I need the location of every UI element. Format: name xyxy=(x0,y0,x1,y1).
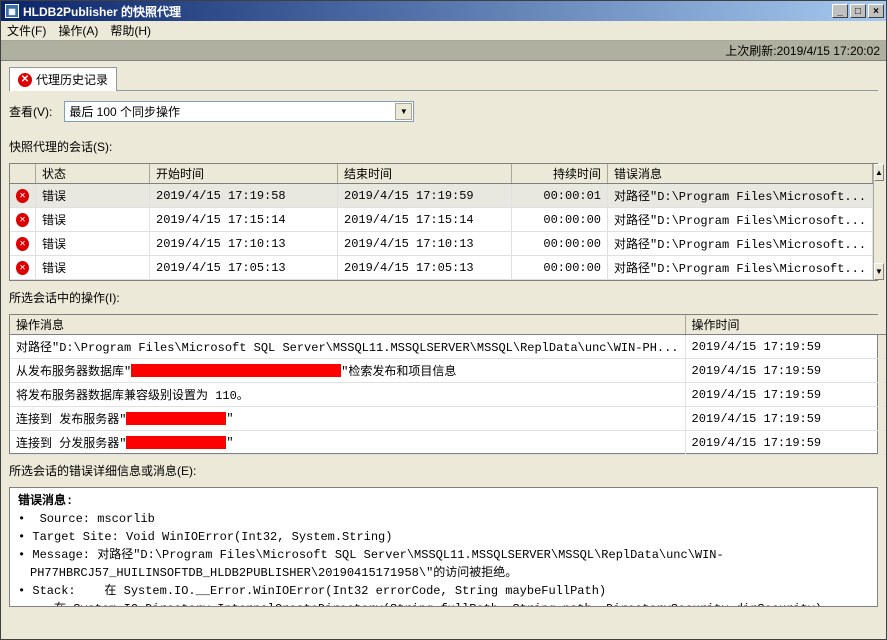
table-row[interactable]: 对路径"D:\Program Files\Microsoft SQL Serve… xyxy=(10,335,886,359)
table-row[interactable]: 将发布服务器数据库兼容级别设置为 110。2019/4/15 17:19:59 xyxy=(10,383,886,407)
sessions-scrollbar[interactable]: ▲ ▼ xyxy=(873,164,884,280)
tab-agent-history[interactable]: ✕ 代理历史记录 xyxy=(9,67,117,91)
table-row[interactable]: ✕错误2019/4/15 17:10:132019/4/15 17:10:130… xyxy=(10,232,873,256)
ops-grid: 操作消息 操作时间 对路径"D:\Program Files\Microsoft… xyxy=(9,314,878,454)
chevron-down-icon[interactable]: ▼ xyxy=(395,103,412,120)
error-heading: 错误消息: xyxy=(18,492,869,510)
cell-op-msg: 对路径"D:\Program Files\Microsoft SQL Serve… xyxy=(10,335,686,358)
table-row[interactable]: 连接到 发布服务器""2019/4/15 17:19:59 xyxy=(10,407,886,431)
col-icon[interactable] xyxy=(10,164,36,183)
cell-msg: 对路径"D:\Program Files\Microsoft... xyxy=(608,256,873,279)
row-error-icon: ✕ xyxy=(10,232,36,255)
ops-label: 所选会话中的操作(I): xyxy=(9,289,878,306)
cell-dur: 00:00:00 xyxy=(512,232,608,255)
cell-status: 错误 xyxy=(36,256,150,279)
redacted-text xyxy=(126,436,226,449)
scroll-down-icon[interactable]: ▼ xyxy=(874,263,884,280)
cell-dur: 00:00:00 xyxy=(512,256,608,279)
cell-dur: 00:00:01 xyxy=(512,184,608,207)
last-refresh-time: 2019/4/15 17:20:02 xyxy=(777,44,880,58)
titlebar: ▦ HLDB2Publisher 的快照代理 _ □ × xyxy=(1,1,886,21)
cell-dur: 00:00:00 xyxy=(512,208,608,231)
row-error-icon: ✕ xyxy=(10,208,36,231)
close-button[interactable]: × xyxy=(868,4,884,18)
window-title: HLDB2Publisher 的快照代理 xyxy=(23,3,832,20)
error-line: • Stack: 在 System.IO.__Error.WinIOError(… xyxy=(18,582,869,600)
redacted-text xyxy=(131,364,341,377)
table-row[interactable]: ✕错误2019/4/15 17:19:582019/4/15 17:19:590… xyxy=(10,184,873,208)
status-line: 上次刷新: 2019/4/15 17:20:02 xyxy=(1,41,886,61)
scroll-up-icon[interactable]: ▲ xyxy=(874,164,884,181)
sessions-header: 状态 开始时间 结束时间 持续时间 错误消息 xyxy=(10,164,873,184)
redacted-text xyxy=(126,412,226,425)
view-selected: 最后 100 个同步操作 xyxy=(69,103,180,120)
menubar: 文件(F) 操作(A) 帮助(H) xyxy=(1,21,886,41)
col-start[interactable]: 开始时间 xyxy=(150,164,338,183)
cell-op-msg: 从发布服务器数据库""检索发布和项目信息 xyxy=(10,359,686,382)
sessions-label: 快照代理的会话(S): xyxy=(9,138,878,155)
cell-msg: 对路径"D:\Program Files\Microsoft... xyxy=(608,208,873,231)
cell-start: 2019/4/15 17:10:13 xyxy=(150,232,338,255)
last-refresh-label: 上次刷新: xyxy=(725,42,776,59)
tab-row: ✕ 代理历史记录 xyxy=(9,67,878,91)
cell-op-time: 2019/4/15 17:19:59 xyxy=(686,335,886,358)
maximize-button[interactable]: □ xyxy=(850,4,866,18)
error-icon: ✕ xyxy=(18,73,32,87)
err-label: 所选会话的错误详细信息或消息(E): xyxy=(9,462,878,479)
cell-status: 错误 xyxy=(36,184,150,207)
cell-status: 错误 xyxy=(36,208,150,231)
app-window: ▦ HLDB2Publisher 的快照代理 _ □ × 文件(F) 操作(A)… xyxy=(0,0,887,640)
cell-status: 错误 xyxy=(36,232,150,255)
cell-msg: 对路径"D:\Program Files\Microsoft... xyxy=(608,184,873,207)
cell-op-time: 2019/4/15 17:19:59 xyxy=(686,383,886,406)
tab-label: 代理历史记录 xyxy=(36,71,108,88)
error-line: • Source: mscorlib xyxy=(18,510,869,528)
cell-op-msg: 连接到 发布服务器"" xyxy=(10,407,686,430)
error-line: • 在 System.IO.Directory.InternalCreateDi… xyxy=(18,600,869,607)
col-dur[interactable]: 持续时间 xyxy=(512,164,608,183)
error-line: • Target Site: Void WinIOError(Int32, Sy… xyxy=(18,528,869,546)
cell-op-time: 2019/4/15 17:19:59 xyxy=(686,407,886,430)
table-row[interactable]: 从发布服务器数据库""检索发布和项目信息2019/4/15 17:19:59 xyxy=(10,359,886,383)
cell-start: 2019/4/15 17:05:13 xyxy=(150,256,338,279)
cell-op-msg: 将发布服务器数据库兼容级别设置为 110。 xyxy=(10,383,686,406)
row-error-icon: ✕ xyxy=(10,256,36,279)
cell-msg: 对路径"D:\Program Files\Microsoft... xyxy=(608,232,873,255)
cell-end: 2019/4/15 17:15:14 xyxy=(338,208,512,231)
menu-file[interactable]: 文件(F) xyxy=(7,22,46,39)
cell-op-msg: 连接到 分发服务器"" xyxy=(10,431,686,454)
view-combo[interactable]: 最后 100 个同步操作 ▼ xyxy=(64,101,414,122)
cell-op-time: 2019/4/15 17:19:59 xyxy=(686,359,886,382)
app-icon: ▦ xyxy=(5,4,19,18)
error-line: • Message: 对路径"D:\Program Files\Microsof… xyxy=(18,546,869,582)
table-row[interactable]: ✕错误2019/4/15 17:15:142019/4/15 17:15:140… xyxy=(10,208,873,232)
col-op-time[interactable]: 操作时间 xyxy=(686,315,886,334)
cell-start: 2019/4/15 17:19:58 xyxy=(150,184,338,207)
menu-help[interactable]: 帮助(H) xyxy=(110,22,151,39)
col-status[interactable]: 状态 xyxy=(36,164,150,183)
error-box: 错误消息: • Source: mscorlib• Target Site: V… xyxy=(9,487,878,607)
cell-start: 2019/4/15 17:15:14 xyxy=(150,208,338,231)
cell-end: 2019/4/15 17:10:13 xyxy=(338,232,512,255)
col-end[interactable]: 结束时间 xyxy=(338,164,512,183)
table-row[interactable]: ✕错误2019/4/15 17:05:132019/4/15 17:05:130… xyxy=(10,256,873,280)
col-msg[interactable]: 错误消息 xyxy=(608,164,873,183)
menu-action[interactable]: 操作(A) xyxy=(58,22,98,39)
table-row[interactable]: 连接到 分发服务器""2019/4/15 17:19:59 xyxy=(10,431,886,455)
sessions-grid: 状态 开始时间 结束时间 持续时间 错误消息 ✕错误2019/4/15 17:1… xyxy=(9,163,878,281)
cell-op-time: 2019/4/15 17:19:59 xyxy=(686,431,886,454)
cell-end: 2019/4/15 17:05:13 xyxy=(338,256,512,279)
minimize-button[interactable]: _ xyxy=(832,4,848,18)
row-error-icon: ✕ xyxy=(10,184,36,207)
col-op-msg[interactable]: 操作消息 xyxy=(10,315,686,334)
ops-header: 操作消息 操作时间 xyxy=(10,315,886,335)
view-label: 查看(V): xyxy=(9,103,52,120)
cell-end: 2019/4/15 17:19:59 xyxy=(338,184,512,207)
